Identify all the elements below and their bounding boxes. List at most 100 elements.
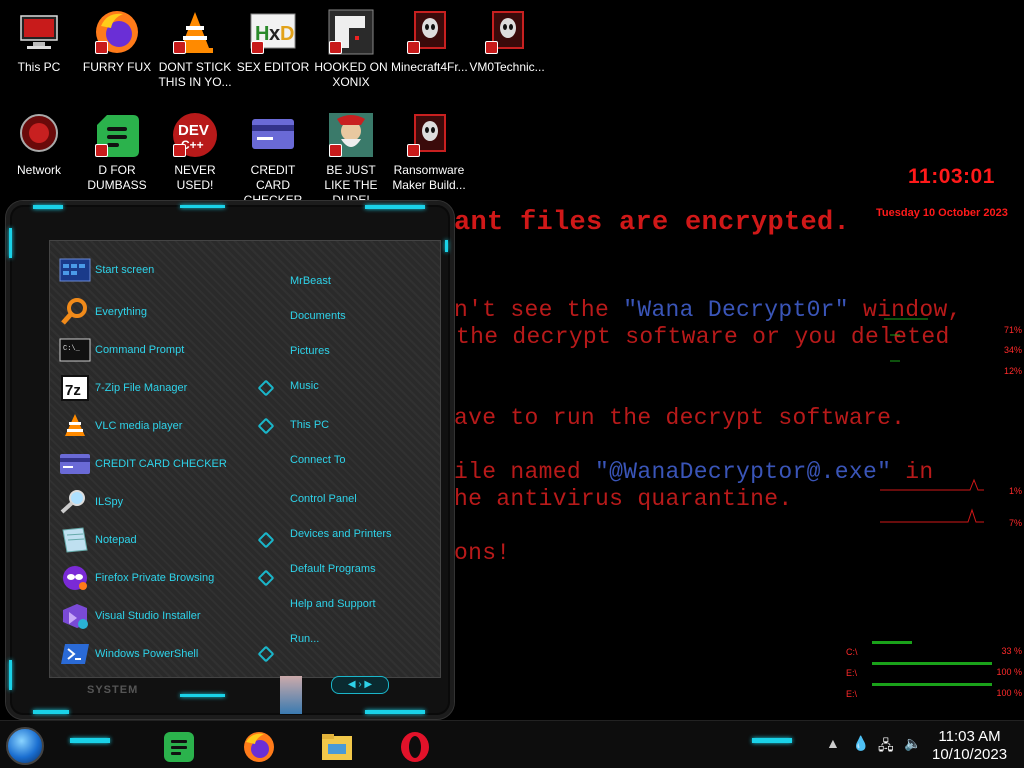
cpu-pct-2: 34% <box>1003 345 1022 355</box>
7zip-icon: 7z <box>59 374 91 402</box>
firefox-icon <box>242 732 276 768</box>
frame-accent <box>365 205 425 209</box>
dude-game-icon <box>327 111 375 159</box>
menu-item-powershell[interactable]: Windows PowerShell <box>59 638 259 670</box>
system-label: SYSTEM <box>87 684 139 696</box>
taskbar-accent <box>70 738 110 743</box>
desktop-icon-network[interactable]: Network <box>1 111 77 178</box>
menu-item-ilspy[interactable]: ILSpy <box>59 486 259 518</box>
hxd-editor-icon: HxD <box>249 8 297 56</box>
net-pct-2: 7% <box>1008 518 1022 528</box>
frame-accent <box>180 205 225 208</box>
menu-item-visual-studio-installer[interactable]: Visual Studio Installer <box>59 600 259 632</box>
vlc-cone-icon <box>171 8 219 56</box>
alien-app-icon <box>483 8 531 56</box>
menu-item-start-screen[interactable]: Start screen <box>59 254 259 286</box>
desktop-icon-credit-card-checker[interactable]: CREDIT CARD CHECKER <box>235 111 311 208</box>
cpu-graph-icon <box>884 318 928 362</box>
desktop-icon-vm0technic[interactable]: VM0Technic... <box>469 8 545 75</box>
folder-icon <box>320 734 354 768</box>
right-item-documents[interactable]: Documents <box>290 310 346 322</box>
magnifier-icon <box>59 298 91 326</box>
command-prompt-icon: C:\_ <box>59 336 91 364</box>
desktop-icon-this-pc[interactable]: This PC <box>1 8 77 75</box>
right-item-pictures[interactable]: Pictures <box>290 345 330 357</box>
menu-item-credit-card-checker[interactable]: CREDIT CARD CHECKER <box>59 448 259 480</box>
network-icon <box>15 111 63 159</box>
ransom-line-1: ant files are encrypted. <box>454 208 851 238</box>
desktop-icon-ransomware-maker[interactable]: Ransomware Maker Build... <box>391 111 467 193</box>
net-graph-icon <box>880 478 984 523</box>
menu-item-everything[interactable]: Everything <box>59 296 259 328</box>
taskbar-accent <box>752 738 792 743</box>
taskbar-file-explorer[interactable] <box>320 730 354 764</box>
firefox-icon <box>93 8 141 56</box>
devcpp-icon: DEV C++ <box>171 111 219 159</box>
network-tray-icon[interactable]: 🖧 <box>878 735 894 759</box>
start-screen-icon <box>59 256 91 284</box>
drive-bar-c <box>872 641 912 644</box>
alien-app-icon <box>405 8 453 56</box>
arrows-icon: ◀ › ▶ <box>347 679 373 690</box>
powershell-icon <box>59 640 91 668</box>
frame-accent <box>445 240 448 252</box>
svg-text:7z: 7z <box>65 382 81 399</box>
drive-pct-c: 33 % <box>1001 646 1022 656</box>
this-pc-icon <box>15 8 63 56</box>
start-button[interactable] <box>6 727 44 765</box>
right-item-mrbeast[interactable]: MrBeast <box>290 275 331 287</box>
show-hidden-icon[interactable]: ▲ <box>826 735 840 751</box>
menu-item-vlc[interactable]: VLC media player <box>59 410 259 442</box>
right-item-music[interactable]: Music <box>290 380 319 392</box>
frame-accent <box>180 694 225 697</box>
svg-text:C:\_: C:\_ <box>63 345 81 353</box>
desktop-icon-be-just-like-the-dude[interactable]: BE JUST LIKE THE DUDE! <box>313 111 389 208</box>
right-item-control-panel[interactable]: Control Panel <box>290 493 357 505</box>
menu-item-command-prompt[interactable]: C:\_ Command Prompt <box>59 334 259 366</box>
user-avatar[interactable] <box>280 676 302 714</box>
volume-icon[interactable]: 🔈 <box>904 735 921 752</box>
taskbar-time: 11:03 AM <box>938 728 1001 745</box>
desktop-icon-d-for-dumbass[interactable]: D FOR DUMBASS <box>79 111 155 193</box>
taskbar-date: 10/10/2023 <box>932 746 1008 763</box>
right-item-run[interactable]: Run... <box>290 633 319 645</box>
net-pct-1: 1% <box>1008 486 1022 496</box>
right-item-this-pc[interactable]: This PC <box>290 419 329 431</box>
menu-item-notepad[interactable]: Notepad <box>59 524 259 556</box>
alien-app-icon <box>405 111 453 159</box>
ransom-line-6: he antivirus quarantine. <box>454 486 793 512</box>
desktop-icon-sex-editor[interactable]: HxD SEX EDITOR <box>235 8 311 75</box>
menu-item-7zip[interactable]: 7z 7-Zip File Manager <box>59 372 259 404</box>
right-item-devices-printers[interactable]: Devices and Printers <box>290 528 392 540</box>
desktop-icon-furry-fux[interactable]: FURRY FUX <box>79 8 155 75</box>
frame-accent <box>33 710 69 714</box>
menu-item-firefox-private[interactable]: Firefox Private Browsing <box>59 562 259 594</box>
desktop-icon-hooked-on-xonix[interactable]: HOOKED ON XONIX <box>313 8 389 90</box>
taskbar-clock[interactable]: 11:03 AM 10/10/2023 <box>932 728 1007 764</box>
taskbar-feedly[interactable] <box>162 730 196 764</box>
widget-cpu-meters: 71% 34% 12% <box>960 322 1024 382</box>
ransom-line-7: ons! <box>454 540 511 566</box>
drive-pct-e1: 100 % <box>996 667 1022 677</box>
right-item-help-support[interactable]: Help and Support <box>290 598 376 610</box>
cpu-pct-3: 12% <box>1003 366 1022 376</box>
taskbar-opera[interactable] <box>398 730 432 764</box>
drive-label-e1: E:\ <box>846 668 858 678</box>
start-menu: Start screen Everything C:\_ Command Pro… <box>5 200 455 720</box>
right-item-connect-to[interactable]: Connect To <box>290 454 345 466</box>
desktop-icon-minecraft[interactable]: Minecraft4Fr... <box>391 8 468 75</box>
desktop-icon-never-used[interactable]: DEV C++ NEVER USED! <box>157 111 233 193</box>
notepad-icon <box>59 526 91 554</box>
cpu-pct-1: 71% <box>1003 325 1022 335</box>
desktop-icon-dont-stick[interactable]: DONT STICK THIS IN YO... <box>157 8 233 90</box>
opera-icon <box>398 732 432 768</box>
firefox-private-icon <box>59 564 91 592</box>
right-item-default-programs[interactable]: Default Programs <box>290 563 376 575</box>
ransom-line-4: ave to run the decrypt software. <box>454 405 906 431</box>
water-drop-icon[interactable]: 💧 <box>852 735 869 752</box>
svg-text:DEV: DEV <box>178 122 209 139</box>
credit-card-icon <box>59 450 91 478</box>
taskbar-firefox[interactable] <box>242 730 276 764</box>
power-button[interactable]: ◀ › ▶ <box>331 676 389 694</box>
visual-studio-icon <box>59 602 91 630</box>
